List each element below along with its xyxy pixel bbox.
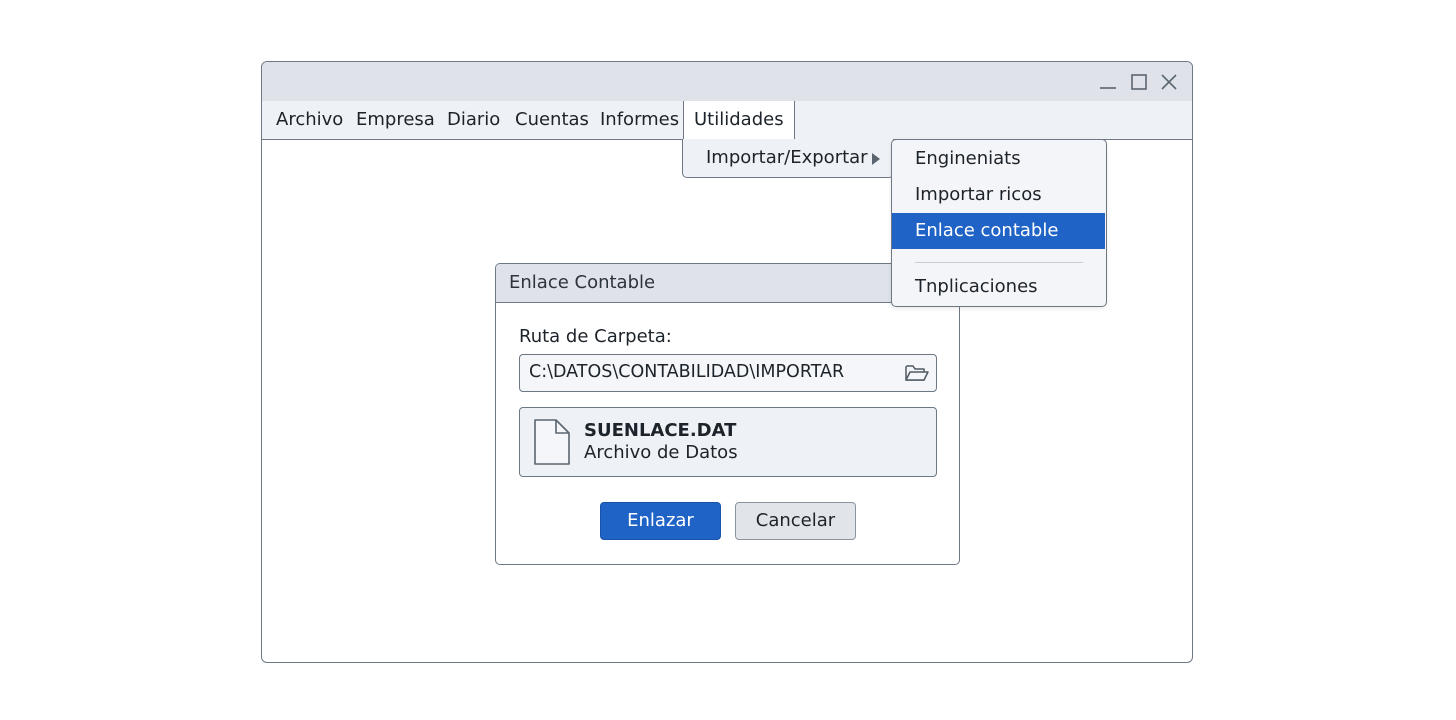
- dialog-titlebar[interactable]: Enlace Contable: [496, 264, 959, 303]
- submenu-item-tnplicaciones[interactable]: Tnplicaciones: [892, 269, 1105, 305]
- folder-open-icon[interactable]: [904, 361, 930, 385]
- menu-utilidades[interactable]: Utilidades: [683, 101, 795, 141]
- submenu-separator: [915, 262, 1083, 263]
- dialog-title: Enlace Contable: [509, 272, 656, 293]
- menu-cuentas[interactable]: Cuentas: [515, 101, 589, 139]
- utilidades-dropdown: Importar/Exportar: [682, 139, 894, 178]
- maximize-icon[interactable]: [1128, 71, 1150, 93]
- submenu-arrow-icon: [871, 151, 881, 170]
- menu-archivo[interactable]: Archivo: [276, 101, 343, 139]
- menubar: Archivo Empresa Diario Cuentas Informes …: [262, 101, 1192, 141]
- file-type: Archivo de Datos: [584, 442, 738, 463]
- submenu-item-importar-ricos[interactable]: Importar ricos: [892, 177, 1105, 213]
- menu-item-importar-exportar[interactable]: Importar/Exportar: [706, 139, 868, 177]
- submenu-item-enlace-contable[interactable]: Enlace contable: [892, 213, 1105, 249]
- menu-diario[interactable]: Diario: [447, 101, 500, 139]
- cancelar-button[interactable]: Cancelar: [735, 502, 856, 540]
- enlace-contable-dialog: Enlace Contable Ruta de Carpeta: C:\DATO…: [495, 263, 960, 565]
- file-name: SUENLACE.DAT: [584, 420, 737, 441]
- file-card[interactable]: SUENLACE.DAT Archivo de Datos: [519, 407, 937, 477]
- submenu-item-engineniats[interactable]: Engineniats: [892, 141, 1105, 177]
- folder-path-value[interactable]: C:\DATOS\CONTABILIDAD\IMPORTAR: [529, 355, 844, 390]
- folder-path-label: Ruta de Carpeta:: [519, 326, 672, 347]
- enlazar-button[interactable]: Enlazar: [600, 502, 721, 540]
- close-icon[interactable]: [1158, 71, 1180, 93]
- importar-exportar-submenu: Engineniats Importar ricos Enlace contab…: [891, 139, 1107, 307]
- minimize-icon[interactable]: [1097, 71, 1119, 93]
- window-titlebar[interactable]: [262, 62, 1192, 102]
- menu-empresa[interactable]: Empresa: [356, 101, 435, 139]
- menu-informes[interactable]: Informes: [600, 101, 679, 139]
- folder-path-input[interactable]: C:\DATOS\CONTABILIDAD\IMPORTAR: [519, 354, 937, 392]
- file-icon: [533, 418, 571, 470]
